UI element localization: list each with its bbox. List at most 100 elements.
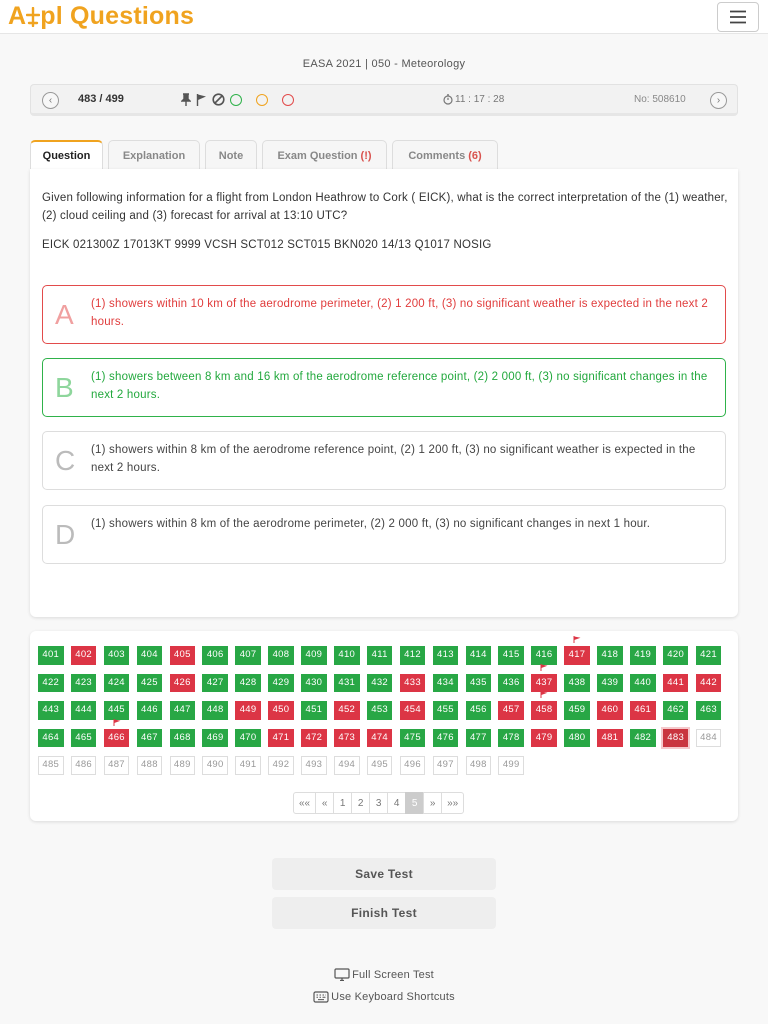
question-cell-459[interactable]: 459 [564, 701, 590, 720]
question-cell-479[interactable]: 479 [531, 728, 557, 747]
question-cell-474[interactable]: 474 [366, 728, 393, 747]
question-cell-417[interactable]: 417 [564, 636, 590, 665]
question-cell-411[interactable]: 411 [366, 646, 393, 665]
question-cell-490[interactable]: 490 [202, 756, 228, 775]
question-cell-482[interactable]: 482 [630, 728, 656, 747]
question-cell-443[interactable]: 443 [38, 701, 64, 720]
question-cell-450[interactable]: 450 [268, 701, 294, 720]
question-cell-468[interactable]: 468 [169, 728, 196, 747]
question-cell-486[interactable]: 486 [70, 756, 97, 775]
question-cell-498[interactable]: 498 [465, 756, 492, 775]
question-cell-467[interactable]: 467 [136, 728, 163, 747]
flag-icon[interactable] [196, 93, 207, 106]
question-cell-449[interactable]: 449 [235, 701, 261, 720]
question-cell-469[interactable]: 469 [202, 728, 228, 747]
question-cell-421[interactable]: 421 [695, 646, 722, 665]
answer-option-d[interactable]: D (1) showers within 8 km of the aerodro… [42, 505, 726, 564]
question-cell-430[interactable]: 430 [301, 673, 327, 692]
question-cell-404[interactable]: 404 [136, 646, 163, 665]
app-logo[interactable]: Apl Questions [8, 1, 194, 31]
status-circle-green-icon[interactable] [230, 93, 242, 106]
question-cell-440[interactable]: 440 [630, 673, 656, 692]
question-cell-414[interactable]: 414 [465, 646, 492, 665]
question-cell-420[interactable]: 420 [662, 646, 689, 665]
question-cell-416[interactable]: 416 [531, 646, 557, 665]
page-link[interactable]: » [423, 792, 443, 814]
question-cell-402[interactable]: 402 [70, 646, 97, 665]
question-cell-475[interactable]: 475 [399, 728, 426, 747]
question-cell-407[interactable]: 407 [235, 646, 261, 665]
question-cell-481[interactable]: 481 [597, 728, 623, 747]
question-cell-465[interactable]: 465 [70, 728, 97, 747]
question-cell-419[interactable]: 419 [630, 646, 656, 665]
question-cell-439[interactable]: 439 [597, 673, 623, 692]
question-cell-466[interactable]: 466 [103, 718, 130, 747]
question-cell-455[interactable]: 455 [432, 701, 459, 720]
question-cell-410[interactable]: 410 [334, 646, 360, 665]
question-cell-438[interactable]: 438 [564, 673, 590, 692]
question-cell-492[interactable]: 492 [268, 756, 294, 775]
question-cell-460[interactable]: 460 [597, 701, 623, 720]
question-cell-436[interactable]: 436 [498, 673, 524, 692]
question-cell-494[interactable]: 494 [334, 756, 360, 775]
question-cell-452[interactable]: 452 [334, 701, 360, 720]
question-cell-477[interactable]: 477 [465, 728, 492, 747]
prev-question-button[interactable]: ‹ [42, 92, 59, 109]
question-cell-488[interactable]: 488 [136, 756, 163, 775]
fullscreen-link[interactable]: Full Screen Test [0, 968, 768, 981]
question-cell-491[interactable]: 491 [235, 756, 261, 775]
question-cell-418[interactable]: 418 [597, 646, 623, 665]
question-cell-428[interactable]: 428 [235, 673, 261, 692]
question-cell-434[interactable]: 434 [432, 673, 459, 692]
question-cell-476[interactable]: 476 [432, 728, 459, 747]
question-cell-429[interactable]: 429 [268, 673, 294, 692]
question-cell-487[interactable]: 487 [103, 756, 130, 775]
tab-exam-question[interactable]: Exam Question (!) [262, 140, 387, 170]
question-cell-495[interactable]: 495 [366, 756, 393, 775]
question-cell-431[interactable]: 431 [334, 673, 360, 692]
question-cell-424[interactable]: 424 [103, 673, 130, 692]
question-cell-484[interactable]: 484 [695, 728, 722, 747]
question-cell-496[interactable]: 496 [399, 756, 426, 775]
question-cell-433[interactable]: 433 [399, 673, 426, 692]
question-cell-435[interactable]: 435 [465, 673, 492, 692]
question-cell-456[interactable]: 456 [465, 701, 492, 720]
question-cell-448[interactable]: 448 [202, 701, 228, 720]
question-cell-413[interactable]: 413 [432, 646, 459, 665]
page-link[interactable]: 5 [405, 792, 425, 814]
question-cell-464[interactable]: 464 [38, 728, 64, 747]
menu-button[interactable] [717, 2, 759, 32]
question-cell-422[interactable]: 422 [38, 673, 64, 692]
question-cell-447[interactable]: 447 [169, 701, 196, 720]
question-cell-463[interactable]: 463 [695, 701, 722, 720]
page-link[interactable]: 2 [351, 792, 371, 814]
question-cell-437[interactable]: 437 [531, 663, 557, 692]
question-cell-405[interactable]: 405 [169, 646, 196, 665]
question-cell-415[interactable]: 415 [498, 646, 524, 665]
question-cell-445[interactable]: 445 [103, 701, 130, 720]
question-cell-462[interactable]: 462 [662, 701, 689, 720]
question-cell-499[interactable]: 499 [498, 756, 524, 775]
question-cell-426[interactable]: 426 [169, 673, 196, 692]
save-test-button[interactable]: Save Test [272, 858, 496, 890]
question-cell-470[interactable]: 470 [235, 728, 261, 747]
question-cell-403[interactable]: 403 [103, 646, 130, 665]
page-link[interactable]: 4 [387, 792, 407, 814]
question-cell-446[interactable]: 446 [136, 701, 163, 720]
question-cell-485[interactable]: 485 [38, 756, 64, 775]
question-cell-454[interactable]: 454 [399, 701, 426, 720]
page-link[interactable]: 3 [369, 792, 389, 814]
block-icon[interactable] [212, 93, 225, 106]
question-cell-401[interactable]: 401 [38, 646, 64, 665]
question-cell-406[interactable]: 406 [202, 646, 228, 665]
keyboard-shortcuts-link[interactable]: Use Keyboard Shortcuts [0, 991, 768, 1003]
status-circle-red-icon[interactable] [282, 93, 294, 106]
tab-explanation[interactable]: Explanation [108, 140, 200, 170]
question-cell-497[interactable]: 497 [432, 756, 459, 775]
question-cell-453[interactable]: 453 [366, 701, 393, 720]
question-cell-408[interactable]: 408 [268, 646, 294, 665]
question-cell-427[interactable]: 427 [202, 673, 228, 692]
page-link[interactable]: « [315, 792, 335, 814]
question-cell-461[interactable]: 461 [630, 701, 656, 720]
question-cell-480[interactable]: 480 [564, 728, 590, 747]
